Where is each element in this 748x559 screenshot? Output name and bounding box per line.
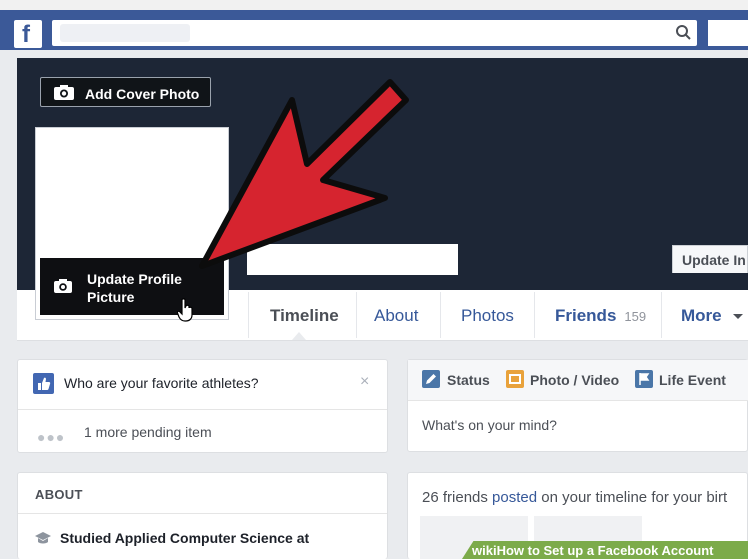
tab-photos-label: Photos [461,306,514,325]
camera-icon [53,84,75,104]
update-profile-picture-label-line2: Picture [87,289,135,305]
tab-timeline[interactable]: Timeline [270,306,339,326]
update-info-label: Update In [682,252,746,268]
logo-letter: f [22,21,30,48]
active-tab-indicator [292,332,306,340]
tab-more[interactable]: More [681,306,744,326]
nav-separator [534,292,535,338]
watermark-text: wikiHow to Set up a Facebook Account [472,543,714,558]
tab-timeline-label: Timeline [270,306,339,325]
suggestion-question: Who are your favorite athletes? [64,375,259,391]
card-divider [18,513,387,514]
pencil-icon [422,370,440,388]
update-profile-picture-label-line1: Update Profile [87,271,182,287]
pending-item-link[interactable]: 1 more pending item [84,424,212,440]
top-strip [0,0,748,10]
about-header: ABOUT [35,487,83,502]
composer-tab-photo-video[interactable]: Photo / Video [530,372,619,388]
camera-icon [53,278,73,297]
tab-photos[interactable]: Photos [461,306,514,326]
nav-separator [440,292,441,338]
search-query-redacted [60,24,190,42]
hand-cursor-icon [176,298,195,327]
tab-about-label: About [374,306,419,325]
update-info-button[interactable]: Update In [672,245,748,273]
birthday-posts-summary: 26 friends posted on your timeline for y… [422,489,727,506]
composer-tab-status[interactable]: Status [447,372,490,388]
friends-count: 159 [624,309,647,324]
nav-separator [248,292,249,338]
graduation-cap-icon [34,531,52,550]
status-composer-input[interactable]: What's on your mind? [422,417,557,433]
feed-suffix: on your timeline for your birt [537,489,728,506]
facebook-logo[interactable]: f [14,20,42,48]
thumbs-up-icon [33,373,54,394]
tab-friends-label: Friends [555,306,617,325]
tab-friends[interactable]: Friends 159 [555,306,646,326]
red-arrow-annotation [199,79,409,269]
photo-icon [506,370,524,388]
pending-dots-icon: ●●● [37,429,66,445]
tab-more-label: More [681,306,722,325]
card-divider [18,409,387,410]
search-icon[interactable] [672,22,696,44]
top-bar-right-area [708,20,748,46]
composer-tab-life-event[interactable]: Life Event [659,372,726,388]
tab-about[interactable]: About [374,306,418,326]
close-icon[interactable]: × [360,373,369,391]
feed-prefix: 26 friends [422,489,493,506]
nav-separator [356,292,357,338]
chevron-down-icon [733,313,744,319]
flag-icon [635,370,653,388]
education-entry[interactable]: Studied Applied Computer Science at [60,530,309,546]
nav-separator [661,292,662,338]
posted-link[interactable]: posted [492,489,537,506]
